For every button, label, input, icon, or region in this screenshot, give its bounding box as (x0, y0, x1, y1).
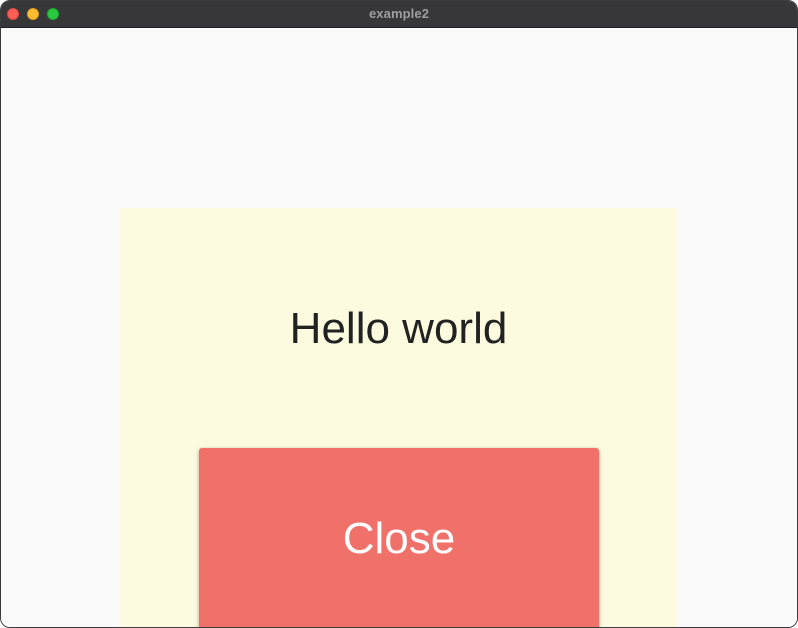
window-title: example2 (368, 6, 430, 21)
app-content: Hello world Close (1, 28, 797, 627)
app-window: example2 Hello world Close (0, 0, 798, 628)
greeting-text: Hello world (289, 304, 508, 353)
close-button[interactable]: Close (199, 448, 599, 627)
dialog-panel: Hello world Close (119, 208, 678, 627)
title-bar[interactable]: example2 (1, 1, 797, 28)
